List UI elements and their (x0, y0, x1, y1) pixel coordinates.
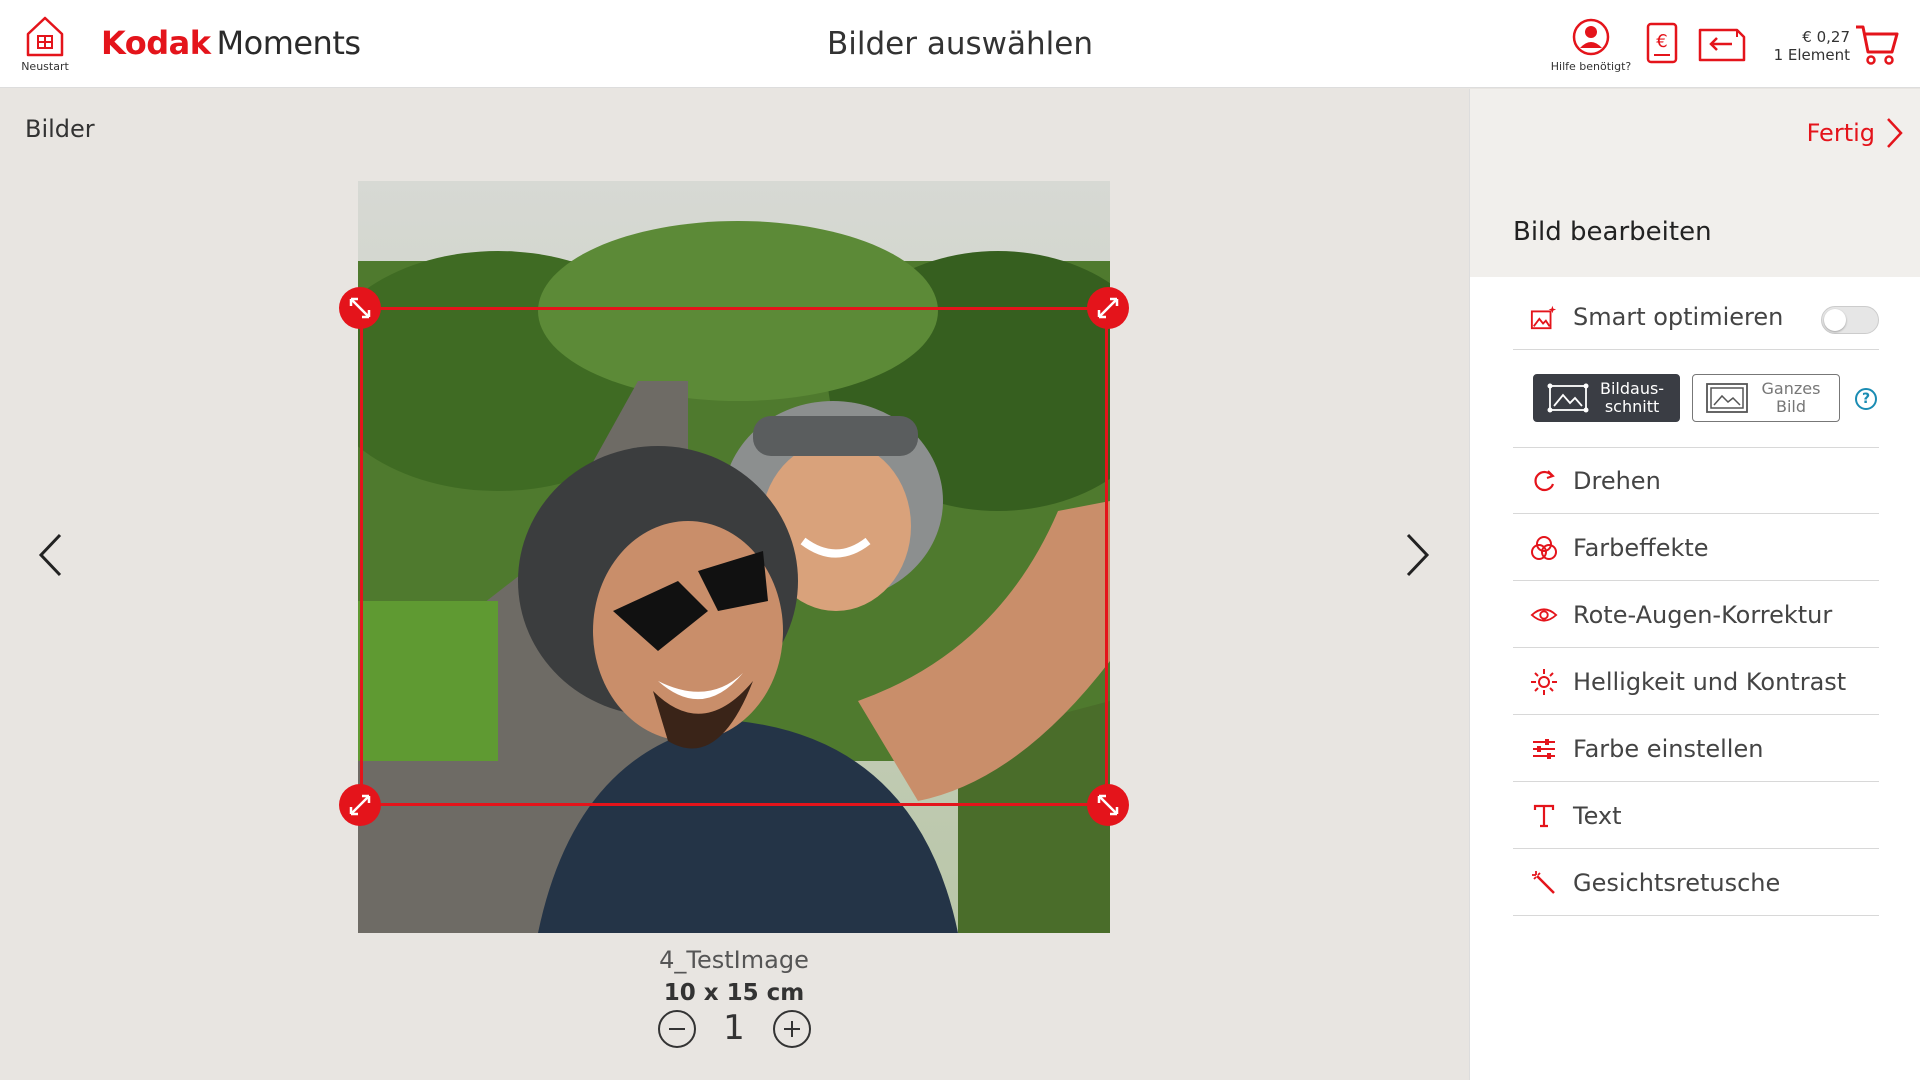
resize-diagonal-icon (349, 297, 371, 319)
brightness-icon (1530, 668, 1558, 696)
crop-mode-cropped-line1: Bildaus- (1600, 379, 1665, 398)
crop-mode-whole-line2: Bild (1775, 397, 1807, 416)
tool-text-label: Text (1573, 801, 1622, 830)
tool-rotate-label: Drehen (1573, 466, 1661, 495)
done-button[interactable]: Fertig (1807, 117, 1903, 149)
crop-mode-whole-line1: Ganzes (1761, 379, 1821, 398)
home-icon (26, 16, 64, 57)
color-effects-icon (1530, 534, 1558, 562)
chevron-left-icon (38, 533, 62, 577)
tool-text[interactable]: Text (1513, 783, 1879, 849)
smart-optimize-toggle[interactable] (1821, 306, 1879, 334)
crop-handle-top-left[interactable] (339, 287, 381, 329)
order-transfer-button[interactable] (1697, 22, 1747, 68)
brand-kodak: Kodak (101, 24, 211, 62)
crop-mode-cropped-line2: schnitt (1604, 397, 1660, 416)
rotate-icon (1530, 468, 1558, 494)
crop-frame[interactable] (360, 307, 1108, 806)
cart-price: € 0,27 (1802, 28, 1850, 46)
cart-summary: € 0,27 1 Element (1760, 28, 1850, 64)
cart-button[interactable] (1854, 22, 1900, 72)
tool-rotate[interactable]: Drehen (1513, 448, 1879, 514)
sliders-icon (1530, 737, 1558, 761)
previous-image-button[interactable] (36, 532, 64, 582)
image-print-size: 10 x 15 cm (663, 980, 805, 1006)
text-icon (1530, 804, 1558, 828)
crop-handle-bottom-right[interactable] (1087, 784, 1129, 826)
smart-optimize-row: Smart optimieren (1513, 284, 1879, 350)
magic-wand-icon (1530, 870, 1558, 896)
crop-handle-bottom-left[interactable] (339, 784, 381, 826)
tool-adjust-color[interactable]: Farbe einstellen (1513, 716, 1879, 782)
next-image-button[interactable] (1404, 532, 1432, 582)
brand-logo: Kodak Moments (101, 24, 361, 62)
resize-diagonal-icon (349, 794, 371, 816)
done-label: Fertig (1806, 119, 1875, 147)
crop-mode-cropped-label: Bildaus-schnitt (1600, 380, 1680, 416)
quantity-increase-button[interactable] (773, 1010, 811, 1048)
resize-diagonal-icon (1097, 794, 1119, 816)
header: Neustart Kodak Moments Bilder auswählen H… (0, 0, 1920, 88)
cart-icon (1856, 25, 1899, 65)
edit-panel: Fertig Bild bearbeiten Smart optimieren … (1469, 89, 1920, 1080)
crop-picture-icon (1547, 383, 1589, 413)
panel-title: Bild bearbeiten (1513, 217, 1712, 247)
tool-face-retouch-label: Gesichtsretusche (1573, 868, 1781, 897)
tool-color-effects-label: Farbeffekte (1573, 533, 1709, 562)
image-name: 4_TestImage (659, 946, 809, 974)
help-button[interactable]: Hilfe benötigt? (1546, 18, 1636, 73)
section-label: Bilder (25, 115, 95, 143)
home-button[interactable]: Neustart (18, 14, 72, 73)
resize-diagonal-icon (1097, 297, 1119, 319)
whole-picture-icon (1706, 383, 1748, 413)
crop-handle-top-right[interactable] (1087, 287, 1129, 329)
tool-brightness[interactable]: Helligkeit und Kontrast (1513, 649, 1879, 715)
quantity-decrease-button[interactable] (658, 1010, 696, 1048)
quantity-value: 1 (723, 1008, 745, 1048)
smart-optimize-icon (1530, 303, 1558, 331)
price-list-button[interactable]: € (1646, 22, 1678, 68)
tool-red-eye[interactable]: Rote-Augen-Korrektur (1513, 582, 1879, 648)
home-label: Neustart (21, 60, 69, 73)
panel-header: Fertig Bild bearbeiten (1470, 89, 1920, 277)
crop-mode-cropped-button[interactable]: Bildaus-schnitt (1533, 374, 1680, 422)
crop-mode-whole-label: Ganzes Bild (1759, 380, 1839, 416)
euro-document-icon: € (1646, 22, 1678, 64)
tool-red-eye-label: Rote-Augen-Korrektur (1573, 600, 1833, 629)
chevron-right-icon (1887, 118, 1903, 148)
tool-brightness-label: Helligkeit und Kontrast (1573, 667, 1847, 696)
brand-moments: Moments (216, 24, 362, 62)
tool-adjust-color-label: Farbe einstellen (1573, 734, 1764, 763)
eye-icon (1530, 605, 1558, 625)
tool-face-retouch[interactable]: Gesichtsretusche (1513, 850, 1879, 916)
transfer-icon (1698, 28, 1746, 62)
cart-items: 1 Element (1773, 46, 1850, 64)
user-icon (1572, 18, 1610, 56)
svg-text:€: € (1656, 31, 1667, 52)
tool-color-effects[interactable]: Farbeffekte (1513, 515, 1879, 581)
help-label: Hilfe benötigt? (1550, 60, 1632, 73)
crop-mode-whole-image-button[interactable]: Ganzes Bild (1692, 374, 1840, 422)
crop-mode-help-button[interactable]: ? (1855, 388, 1877, 410)
chevron-right-icon (1406, 533, 1430, 577)
smart-optimize-label: Smart optimieren (1573, 302, 1784, 331)
